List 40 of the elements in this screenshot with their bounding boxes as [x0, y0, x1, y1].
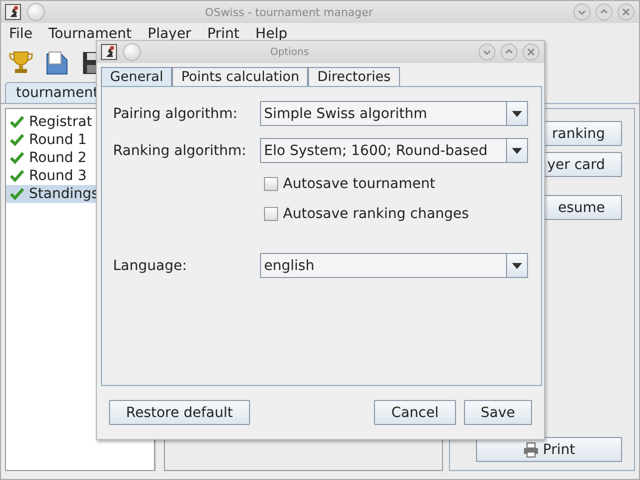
- minimize-icon[interactable]: [478, 43, 496, 61]
- close-icon[interactable]: [522, 43, 540, 61]
- document-icon[interactable]: [45, 50, 69, 76]
- app-icon: [101, 44, 117, 60]
- tab[interactable]: Points calculation: [172, 67, 308, 86]
- field-label: Pairing algorithm:: [113, 106, 238, 122]
- menu-item[interactable]: Tournament: [48, 26, 132, 42]
- dialog-button[interactable]: Cancel: [374, 400, 456, 425]
- window-title: OSwiss - tournament manager: [204, 6, 374, 18]
- tab[interactable]: Directories: [308, 67, 400, 86]
- app-icon: [5, 4, 21, 20]
- menu-item[interactable]: Player: [148, 26, 192, 42]
- dialog-button[interactable]: Save: [464, 400, 532, 425]
- tab[interactable]: General: [101, 67, 172, 86]
- checkbox[interactable]: [264, 207, 278, 221]
- checkbox-label: Autosave tournament: [283, 176, 436, 192]
- printer-icon: [522, 442, 539, 458]
- menu-item[interactable]: Help: [255, 26, 288, 42]
- checkbox[interactable]: [264, 177, 278, 191]
- maximize-icon[interactable]: [500, 43, 518, 61]
- dropdown[interactable]: Elo System; 1600; Round-based: [260, 138, 528, 163]
- menu-item[interactable]: Print: [207, 26, 240, 42]
- close-icon[interactable]: [617, 3, 635, 21]
- dialog-title: Options: [269, 46, 310, 58]
- caret-icon: [512, 262, 522, 268]
- field-label: Language:: [113, 258, 188, 274]
- maximize-icon[interactable]: [595, 3, 613, 21]
- window-button[interactable]: [123, 43, 141, 61]
- caret-icon: [512, 110, 522, 116]
- trophy-icon[interactable]: [9, 50, 33, 76]
- dropdown[interactable]: Simple Swiss algorithm: [260, 101, 528, 126]
- window-button[interactable]: [27, 3, 45, 21]
- tree-item[interactable]: Round 3: [6, 167, 154, 185]
- restore-default-button[interactable]: Restore default: [109, 400, 250, 425]
- dropdown[interactable]: english: [260, 253, 528, 278]
- menu-item[interactable]: File: [9, 26, 32, 42]
- field-label: Ranking algorithm:: [113, 142, 248, 158]
- minimize-icon[interactable]: [573, 3, 591, 21]
- print-button[interactable]: Print: [476, 437, 622, 462]
- checkbox-label: Autosave ranking changes: [283, 206, 469, 222]
